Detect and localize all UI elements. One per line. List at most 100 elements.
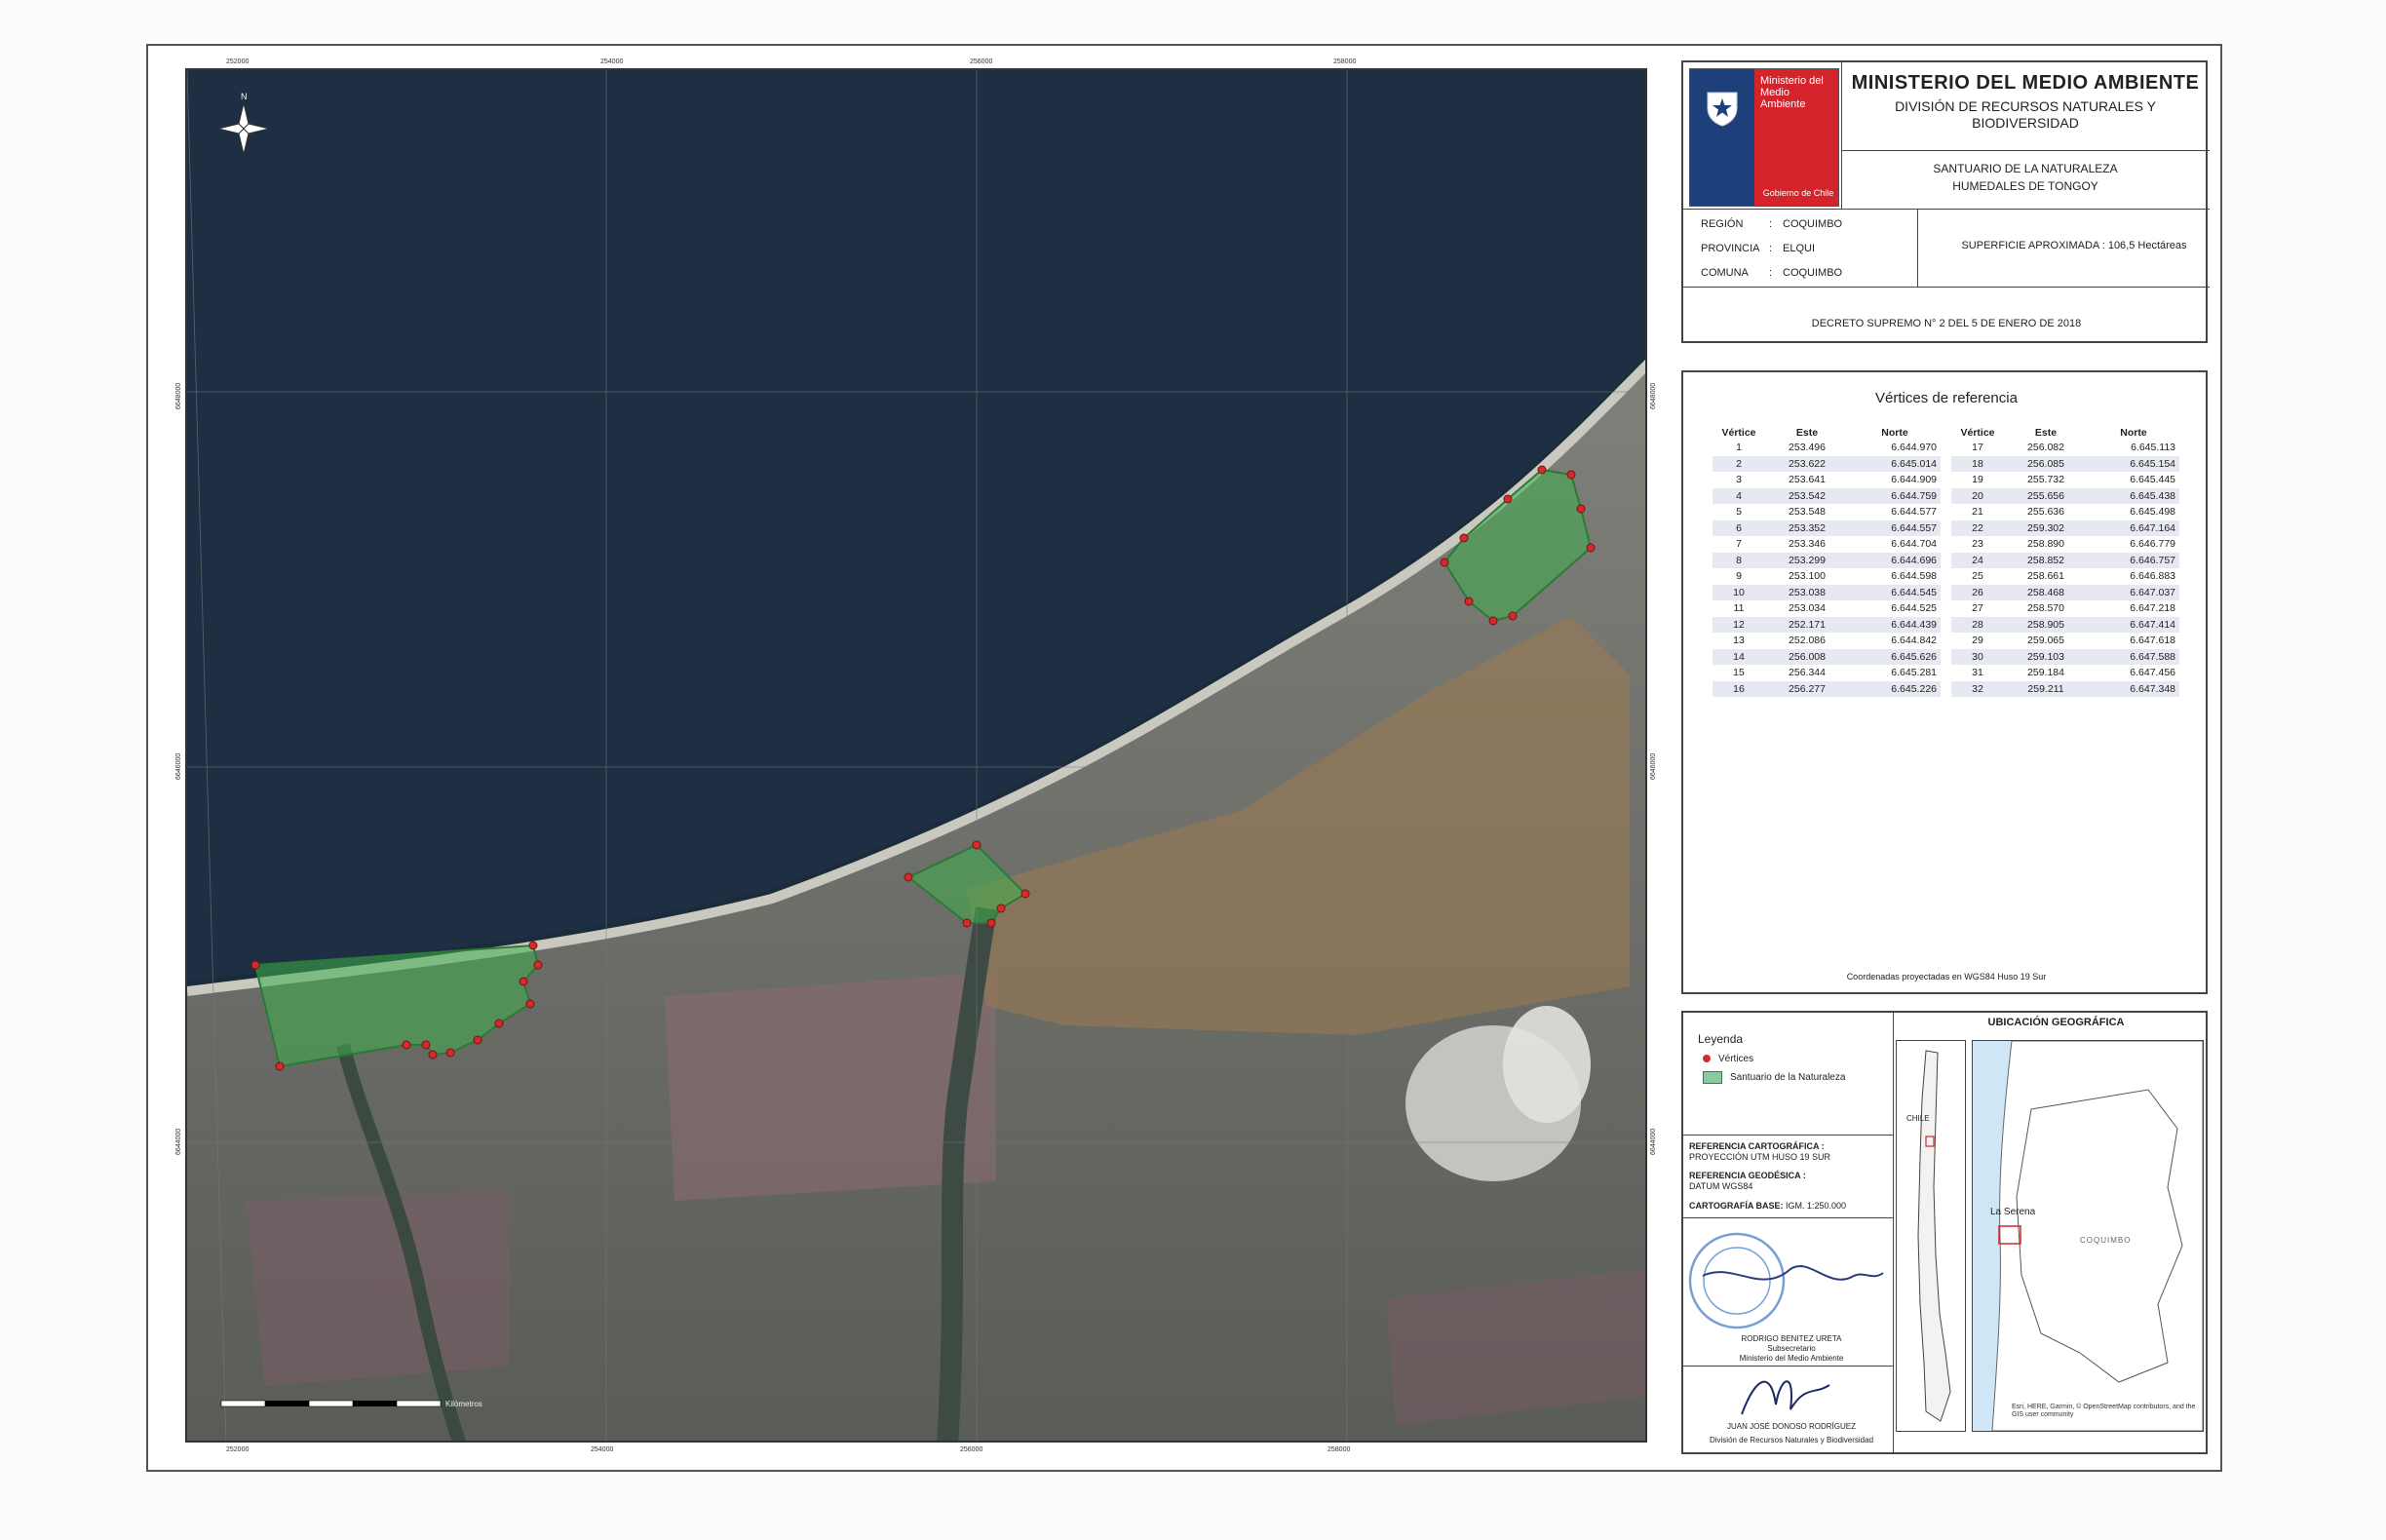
- legend-sanctuary: Santuario de la Naturaleza: [1703, 1071, 1845, 1084]
- quarry-area: [1503, 1006, 1591, 1123]
- map-credits: Esri, HERE, Garmin, © OpenStreetMap cont…: [2012, 1404, 2196, 1418]
- vertex-cell: 14: [1713, 648, 1765, 665]
- logo-line: Ambiente: [1760, 98, 1806, 110]
- vertex-cell: 253.548: [1789, 506, 1826, 519]
- coord-top: 254000: [600, 58, 624, 65]
- vertex-cell: 252.171: [1765, 616, 1849, 633]
- vertex-cell: 259.211: [2004, 680, 2088, 697]
- vertex-cell: 6.644.759: [1849, 487, 1941, 504]
- vertex-cell: 12: [1713, 616, 1765, 633]
- vertex-cell: 6.647.164: [2088, 520, 2179, 536]
- vertex-cell: 255.656: [2004, 487, 2088, 504]
- provincia-row: PROVINCIA: ELQUI: [1701, 243, 1816, 254]
- region-row: REGIÓN: COQUIMBO: [1701, 218, 1843, 230]
- vertex-cell: 6.645.014: [1849, 455, 1941, 472]
- vertex-marker: [1464, 597, 1474, 606]
- vertex-cell: 6.647.456: [2130, 667, 2175, 679]
- vertex-marker: [533, 960, 543, 970]
- comuna-row: COMUNA: COQUIMBO: [1701, 267, 1843, 279]
- vertex-row: 18 256.085 6.645.154: [1951, 455, 2179, 472]
- legend-title: Leyenda: [1698, 1032, 1744, 1046]
- vertex-cell: 255.636: [2027, 506, 2064, 519]
- vertex-cell: 6.644.696: [1849, 552, 1941, 568]
- satellite-map[interactable]: N Kilómetros: [185, 68, 1647, 1443]
- sanctuary-swatch-icon: [1703, 1071, 1722, 1084]
- vertex-marker: [445, 1048, 455, 1058]
- vertex-cell: 24: [1951, 552, 2004, 568]
- vertex-cell: 6.647.414: [2088, 616, 2179, 633]
- division-name: DIVISIÓN DE RECURSOS NATURALES Y BIODIVE…: [1895, 98, 2156, 131]
- bottom-panel: Leyenda Vértices Santuario de la Natural…: [1681, 1011, 2208, 1454]
- vertex-cell: 258.852: [2004, 552, 2088, 568]
- vertex-cell: 13: [1733, 635, 1745, 647]
- vertex-marker: [1459, 533, 1469, 543]
- vertices-header: Este: [2034, 426, 2058, 439]
- vertex-row: 17 256.082 6.645.113: [1951, 440, 2179, 456]
- vertex-cell: 31: [1972, 667, 1983, 679]
- vertex-cell: 258.890: [2027, 538, 2064, 551]
- vertex-dot-icon: [1703, 1055, 1711, 1063]
- vertex-cell: 259.065: [2027, 635, 2064, 647]
- vertex-cell: 30: [1951, 648, 2004, 665]
- vertex-cell: 6.645.498: [2130, 506, 2175, 519]
- vertex-cell: 6.647.618: [2130, 635, 2175, 647]
- logo-sub: Gobierno de Chile: [1762, 188, 1834, 198]
- vertex-cell: 11: [1733, 602, 1745, 615]
- vertex-cell: 255.732: [2027, 474, 2064, 486]
- vertex-marker: [421, 1040, 431, 1050]
- vertices-note: Coordenadas proyectadas en WGS84 Huso 19…: [1846, 972, 2047, 982]
- vertex-cell: 18: [1951, 455, 2004, 472]
- vertex-row: 10 253.038 6.644.545: [1713, 584, 1941, 600]
- vertex-marker: [402, 1040, 411, 1050]
- vertex-marker: [1440, 558, 1449, 567]
- vertex-cell: 22: [1951, 520, 2004, 536]
- vertex-row: 21 255.636 6.645.498: [1951, 504, 2179, 520]
- vertex-cell: 253.641: [1789, 474, 1826, 486]
- vertex-marker: [1508, 611, 1518, 621]
- vertex-cell: 9: [1736, 570, 1742, 583]
- coat-of-arms-icon: [1707, 92, 1738, 127]
- signature-2-icon: [1741, 1380, 1830, 1415]
- vertex-cell: 6.644.577: [1891, 506, 1937, 519]
- vertex-cell: 253.038: [1765, 584, 1849, 600]
- vertex-cell: 19: [1972, 474, 1983, 486]
- vertices-header: Vértice: [1960, 426, 1995, 439]
- vertex-marker: [528, 941, 538, 950]
- vertex-cell: 6.646.757: [2088, 552, 2179, 568]
- ministry-stamp-icon: [1688, 1232, 1884, 1329]
- vertex-row: 31 259.184 6.647.456: [1951, 665, 2179, 681]
- vertices-table-left: Vértice Este Norte 1 253.496 6.644.970 2 253.62…: [1713, 425, 1941, 697]
- coord-top: 252000: [226, 58, 250, 65]
- vertex-marker: [1586, 543, 1596, 553]
- vertex-marker: [904, 872, 913, 882]
- vertex-marker: [525, 999, 535, 1009]
- vertex-row: 4 253.542 6.644.759: [1713, 487, 1941, 504]
- vertex-cell: 256.085: [2004, 455, 2088, 472]
- vertex-cell: 253.496: [1789, 442, 1826, 454]
- vertex-cell: 32: [1951, 680, 2004, 697]
- scale-bar: [220, 1400, 442, 1407]
- vertex-row: 3 253.641 6.644.909: [1713, 472, 1941, 488]
- vertex-cell: 6.644.525: [1891, 602, 1937, 615]
- vertex-cell: 26: [1951, 584, 2004, 600]
- vertex-row: 6 253.352 6.644.557: [1713, 520, 1941, 536]
- coord-right: 6646000: [1650, 752, 1657, 780]
- vertex-cell: 6.646.779: [2130, 538, 2175, 551]
- vertex-cell: 16: [1713, 680, 1765, 697]
- vertex-row: 15 256.344 6.645.281: [1713, 665, 1941, 681]
- vertex-cell: 259.103: [2004, 648, 2088, 665]
- coord-top: 258000: [1333, 58, 1357, 65]
- ministry-heading: MINISTERIO DEL MEDIO AMBIENTE DIVISIÓN D…: [1845, 72, 2206, 132]
- vertex-cell: 6.645.438: [2088, 487, 2179, 504]
- map-canvas: N Kilómetros: [187, 70, 1645, 1441]
- vertex-cell: 258.468: [2004, 584, 2088, 600]
- ref-geodesica: REFERENCIA GEODÉSICA : DATUM WGS84: [1689, 1171, 1806, 1191]
- vertex-cell: 6.644.439: [1849, 616, 1941, 633]
- vertices-table-right: Vértice Este Norte 17 256.082 6.645.113 18 256.…: [1951, 425, 2179, 697]
- vertex-row: 28 258.905 6.647.414: [1951, 616, 2179, 633]
- vertex-cell: 253.100: [1789, 570, 1826, 583]
- vertex-cell: 6.645.113: [2131, 442, 2175, 454]
- vertex-cell: 15: [1733, 667, 1745, 679]
- vertex-cell: 259.302: [2004, 520, 2088, 536]
- vertex-row: 25 258.661 6.646.883: [1951, 568, 2179, 585]
